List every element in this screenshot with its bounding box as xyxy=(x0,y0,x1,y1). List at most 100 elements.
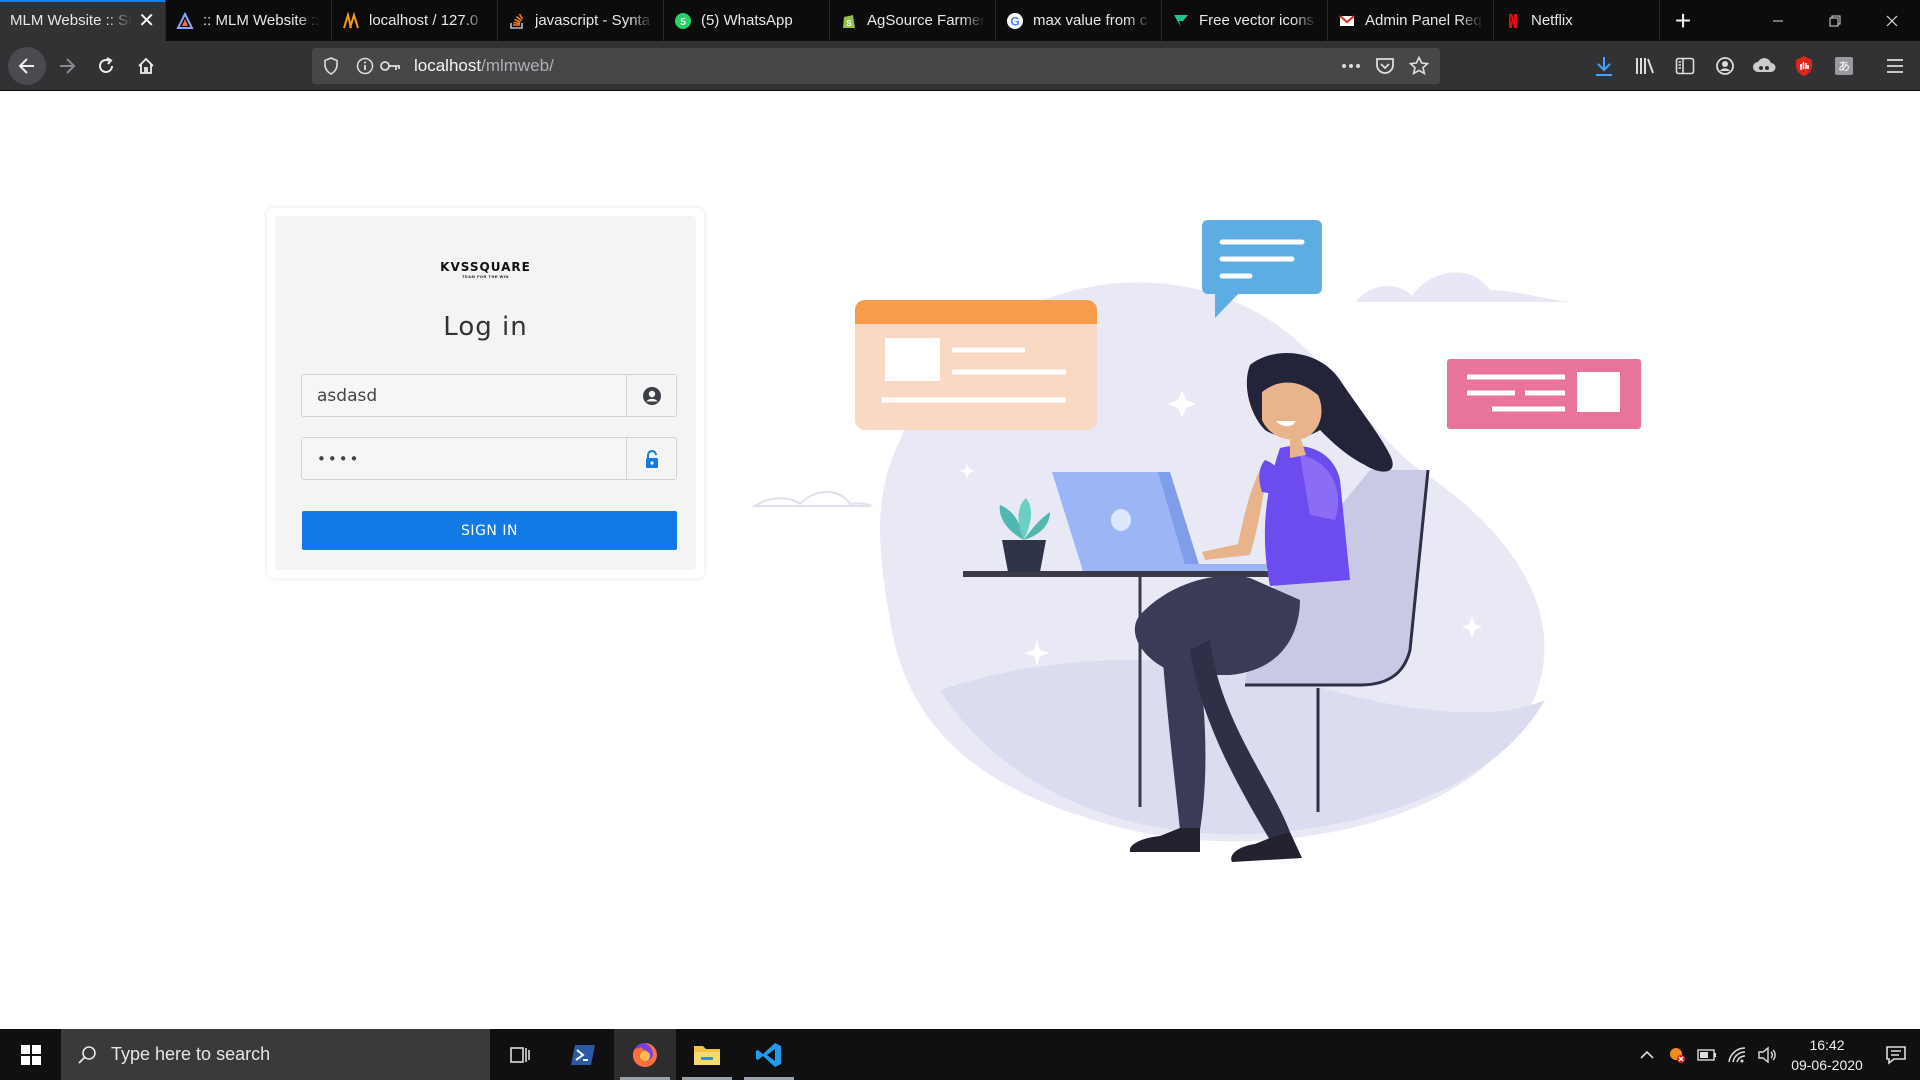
key-icon[interactable] xyxy=(378,48,404,84)
sidebar-icon[interactable] xyxy=(1673,54,1697,78)
home-icon xyxy=(138,57,154,74)
tab-label: AgSource Farmer xyxy=(867,12,985,29)
taskbar-vscode[interactable] xyxy=(738,1029,800,1080)
arrow-left-icon xyxy=(18,58,34,74)
start-button[interactable] xyxy=(0,1029,61,1080)
taskbar: Type here to search 16:42 09-06-2020 xyxy=(0,1029,1920,1080)
tab-label: MLM Website :: Si xyxy=(10,12,132,29)
close-icon xyxy=(1886,15,1897,26)
notification-center-button[interactable] xyxy=(1872,1029,1920,1080)
tab-label: :: MLM Website :: xyxy=(203,12,320,29)
tab-label: (5) WhatsApp xyxy=(701,12,793,29)
new-tab-button[interactable]: + xyxy=(1660,0,1706,41)
whatsapp-icon: 5 xyxy=(675,12,691,29)
clock[interactable]: 16:42 09-06-2020 xyxy=(1782,1035,1872,1075)
stackoverflow-icon xyxy=(510,13,524,29)
gmail-icon xyxy=(1339,14,1355,26)
vscode-icon xyxy=(756,1042,781,1067)
tab-mlm-website[interactable]: :: MLM Website :: xyxy=(166,0,332,41)
tab-phpmyadmin[interactable]: localhost / 127.0 xyxy=(332,0,498,41)
reload-icon xyxy=(99,57,113,73)
battery-icon[interactable] xyxy=(1692,1029,1722,1080)
home-button[interactable] xyxy=(129,49,163,83)
reload-button[interactable] xyxy=(89,49,123,83)
task-view-icon xyxy=(510,1046,530,1063)
powershell-icon xyxy=(571,1044,595,1065)
search-icon xyxy=(78,1045,96,1064)
taskbar-firefox[interactable] xyxy=(614,1029,676,1080)
library-icon[interactable] xyxy=(1633,54,1657,78)
search-placeholder: Type here to search xyxy=(111,1044,271,1064)
restore-icon xyxy=(1829,15,1840,26)
extension-hand-icon[interactable] xyxy=(1792,54,1816,78)
extension-cloud-icon[interactable] xyxy=(1752,54,1776,78)
taskbar-search[interactable]: Type here to search xyxy=(61,1029,490,1080)
tab-label: javascript - Synta xyxy=(535,12,651,29)
phpmyadmin-icon xyxy=(343,11,359,28)
password-input[interactable] xyxy=(302,438,626,479)
taskbar-file-explorer[interactable] xyxy=(676,1029,738,1080)
svg-text:G: G xyxy=(1010,14,1019,28)
window-controls xyxy=(1749,0,1920,41)
brand-logo: KVSSQUARE TEAM FOR THE WIN xyxy=(275,260,696,279)
extension-translate-icon[interactable]: あ xyxy=(1832,54,1856,78)
page-actions-icon[interactable] xyxy=(1338,48,1364,84)
username-input[interactable] xyxy=(302,375,626,416)
account-icon[interactable] xyxy=(1713,54,1737,78)
netflix-icon xyxy=(1509,13,1517,28)
arrow-right-icon xyxy=(60,58,76,74)
username-field xyxy=(301,374,677,417)
address-bar[interactable]: localhost/mlmweb/ xyxy=(312,48,1440,84)
close-tab-icon[interactable]: ✕ xyxy=(138,8,155,33)
google-icon: G xyxy=(1007,12,1023,29)
info-icon[interactable] xyxy=(352,48,378,84)
flaticon-icon xyxy=(1174,14,1188,27)
close-window-button[interactable] xyxy=(1863,0,1920,41)
notification-icon xyxy=(1886,1045,1906,1065)
tab-netflix[interactable]: Netflix xyxy=(1494,0,1660,41)
lock-icon xyxy=(626,438,676,479)
tab-gmail[interactable]: Admin Panel Req xyxy=(1328,0,1494,41)
tab-label: localhost / 127.0 xyxy=(369,12,479,29)
restore-button[interactable] xyxy=(1806,0,1863,41)
login-title: Log in xyxy=(443,312,528,342)
taskbar-powershell[interactable] xyxy=(552,1029,614,1080)
brand-name: KVSSQUARE xyxy=(440,260,531,274)
volume-icon[interactable] xyxy=(1752,1029,1782,1080)
wifi-icon[interactable] xyxy=(1722,1029,1752,1080)
tab-mlm-website-signin[interactable]: MLM Website :: Si ✕ xyxy=(0,0,166,41)
windows-logo-icon xyxy=(20,1044,41,1065)
tab-label: max value from c xyxy=(1033,12,1148,29)
tab-agsource[interactable]: S AgSource Farmer xyxy=(830,0,996,41)
minimize-button[interactable] xyxy=(1749,0,1806,41)
svg-text:あ: あ xyxy=(1838,60,1850,74)
tab-google[interactable]: G max value from c xyxy=(996,0,1162,41)
sign-in-button[interactable]: SIGN IN xyxy=(302,511,677,550)
clock-time: 16:42 xyxy=(1809,1036,1845,1053)
page-content: KVSSQUARE TEAM FOR THE WIN Log in SIGN I… xyxy=(0,92,1920,1029)
tab-label: Free vector icons xyxy=(1199,12,1315,29)
bookmark-star-icon[interactable] xyxy=(1406,48,1432,84)
svg-text:5: 5 xyxy=(680,17,686,28)
tab-stackoverflow[interactable]: javascript - Synta xyxy=(498,0,664,41)
pocket-icon[interactable] xyxy=(1372,48,1398,84)
shield-icon[interactable] xyxy=(318,48,344,84)
login-panel: KVSSQUARE TEAM FOR THE WIN Log in SIGN I… xyxy=(275,216,696,570)
login-card: KVSSQUARE TEAM FOR THE WIN Log in SIGN I… xyxy=(267,208,704,578)
task-view-button[interactable] xyxy=(490,1029,552,1080)
tab-label: Admin Panel Req xyxy=(1365,12,1482,29)
downloads-icon[interactable] xyxy=(1592,54,1616,78)
forward-button[interactable] xyxy=(50,49,84,83)
tab-flaticon[interactable]: Free vector icons xyxy=(1162,0,1328,41)
system-tray: 16:42 09-06-2020 xyxy=(1632,1029,1920,1080)
password-field xyxy=(301,437,677,480)
antivirus-icon[interactable] xyxy=(1662,1029,1692,1080)
tab-whatsapp[interactable]: 5 (5) WhatsApp xyxy=(664,0,830,41)
back-button[interactable] xyxy=(8,47,46,85)
tab-strip: MLM Website :: Si ✕ :: MLM Website :: lo… xyxy=(0,0,1920,41)
chevron-up-icon[interactable] xyxy=(1632,1029,1662,1080)
menu-hamburger-icon[interactable] xyxy=(1883,54,1907,78)
svg-text:S: S xyxy=(846,19,852,28)
tab-label: Netflix xyxy=(1531,12,1573,29)
shopify-icon: S xyxy=(843,14,855,28)
